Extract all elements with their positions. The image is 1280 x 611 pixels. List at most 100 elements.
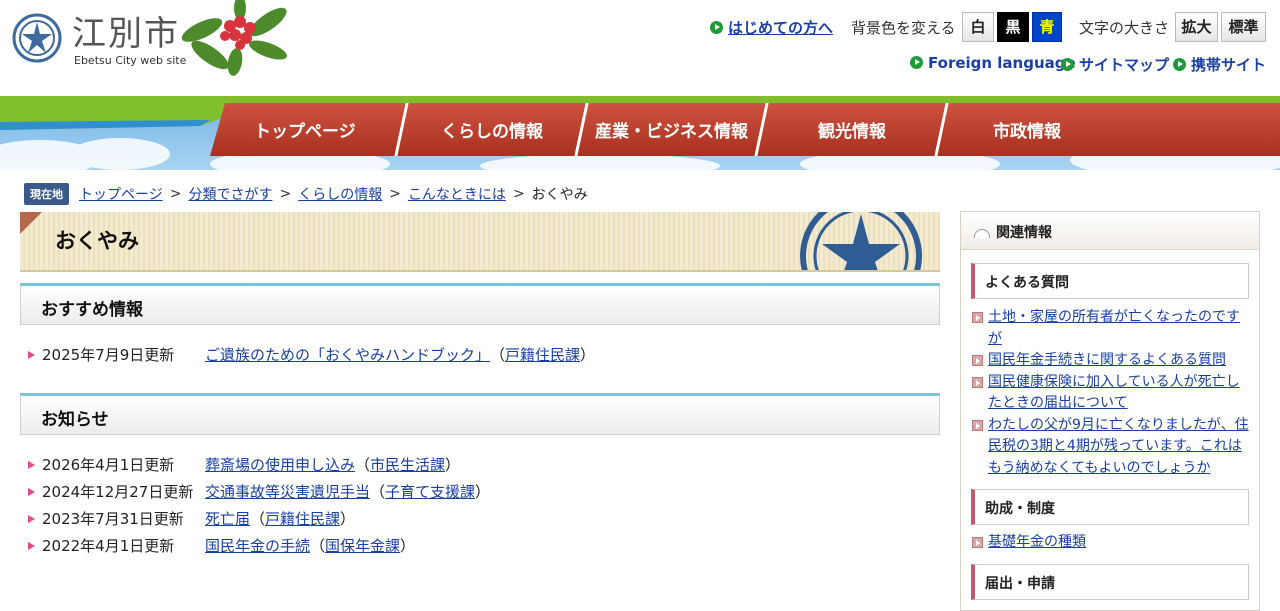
- faq-heading-text: よくある質問: [985, 275, 1069, 291]
- nav-label: 市政情報: [992, 122, 1061, 142]
- arrow-circle-icon: [1173, 58, 1186, 71]
- list-item: 国民健康保険に加入している人が死亡したときの届出について: [971, 372, 1251, 415]
- breadcrumb-separator: >: [512, 186, 525, 202]
- breadcrumb-top[interactable]: トップページ: [79, 184, 163, 204]
- nav-item-city-admin[interactable]: 市政情報: [934, 103, 1116, 156]
- arrow-circle-icon: [1061, 58, 1074, 71]
- paren-open: （: [490, 346, 506, 364]
- recommended-list: 2025年7月9日更新 ご遺族のための「おくやみハンドブック」 （戸籍住民課）: [28, 341, 595, 368]
- list-item: 基礎年金の種類: [971, 532, 1251, 554]
- paren-open: （: [250, 510, 266, 528]
- breadcrumb-separator: >: [279, 186, 292, 202]
- faq-links: 土地・家屋の所有者が亡くなったのですが 国民年金手続きに関するよくある質問 国民…: [971, 307, 1251, 479]
- breadcrumb-separator: >: [169, 186, 182, 202]
- faq-link[interactable]: 国民年金手続きに関するよくある質問: [988, 352, 1226, 368]
- dept-link[interactable]: 市民生活課: [370, 454, 445, 475]
- item-link[interactable]: ご遺族のための「おくやみハンドブック」: [205, 344, 490, 365]
- bg-black-button[interactable]: 黒: [997, 12, 1029, 42]
- site-subtitle: Ebetsu City web site: [74, 54, 187, 67]
- bullet-icon: [28, 514, 35, 523]
- paren-close: ）: [340, 510, 356, 528]
- paren-close: ）: [475, 483, 491, 501]
- item-link[interactable]: 死亡届: [205, 508, 250, 529]
- mobile-site-link[interactable]: 携帯サイト: [1173, 54, 1266, 75]
- font-large-button[interactable]: 拡大: [1175, 12, 1218, 42]
- breadcrumb-separator: >: [389, 186, 401, 202]
- bullet-icon: [28, 350, 35, 359]
- dept-link[interactable]: 戸籍住民課: [265, 508, 340, 529]
- news-heading: お知らせ: [20, 393, 940, 435]
- rowan-berry-icon: [181, 0, 287, 76]
- font-size-label: 文字の大きさ: [1079, 19, 1170, 37]
- paren-close: ）: [445, 456, 461, 474]
- update-date: 2022年4月1日更新: [42, 537, 175, 555]
- page-title-banner: おくやみ: [20, 212, 940, 272]
- sitemap-link[interactable]: サイトマップ: [1061, 54, 1169, 75]
- related-info-heading-text: 関連情報: [996, 225, 1052, 241]
- font-standard-button[interactable]: 標準: [1221, 12, 1266, 42]
- list-item: 2025年7月9日更新 ご遺族のための「おくやみハンドブック」 （戸籍住民課）: [28, 341, 595, 368]
- nav-label: トップページ: [254, 122, 356, 142]
- dept-link[interactable]: 戸籍住民課: [505, 344, 580, 365]
- update-date: 2023年7月31日更新: [42, 510, 184, 528]
- paren-open: （: [370, 483, 386, 501]
- list-item: わたしの父が9月に亡くなりましたが、住民税の3期と4期が残っています。これはもう…: [971, 415, 1251, 480]
- list-item: 2023年7月31日更新 死亡届 （戸籍住民課）: [28, 505, 490, 532]
- nav-item-business[interactable]: 産業・ビジネス情報: [574, 103, 766, 156]
- arrow-square-icon: [972, 376, 983, 388]
- update-date: 2024年12月27日更新: [42, 483, 194, 501]
- mobile-site-label: 携帯サイト: [1191, 56, 1267, 74]
- site-title: 江別市: [72, 14, 180, 54]
- list-item: 国民年金手続きに関するよくある質問: [971, 350, 1251, 372]
- news-list: 2026年4月1日更新 葬斎場の使用申し込み （市民生活課） 2024年12月2…: [28, 451, 490, 559]
- nav-label: 観光情報: [817, 122, 886, 142]
- related-info-heading: 関連情報: [961, 212, 1259, 250]
- arrow-circle-icon: [710, 20, 723, 34]
- faq-heading: よくある質問: [971, 263, 1249, 299]
- support-heading-text: 助成・制度: [985, 501, 1055, 517]
- breadcrumb-category[interactable]: 分類でさがす: [188, 184, 272, 204]
- title-corner-decoration: [20, 212, 42, 234]
- recommended-heading: おすすめ情報: [20, 283, 940, 325]
- nav-item-living[interactable]: くらしの情報: [394, 103, 586, 156]
- faq-link[interactable]: わたしの父が9月に亡くなりましたが、住民税の3期と4期が残っています。これはもう…: [988, 417, 1249, 476]
- nav-label: くらしの情報: [440, 122, 543, 142]
- bullet-icon: [28, 487, 35, 496]
- paren-open: （: [355, 456, 371, 474]
- nav-label: 産業・ビジネス情報: [595, 122, 748, 142]
- nav-item-top[interactable]: トップページ: [204, 103, 405, 156]
- dept-link[interactable]: 国保年金課: [325, 535, 400, 556]
- foreign-language-link[interactable]: Foreign language: [910, 54, 1076, 72]
- first-visit-label: はじめての方へ: [728, 18, 834, 37]
- site-logo[interactable]: 江別市 Ebetsu City web site: [12, 0, 292, 76]
- breadcrumb-living[interactable]: くらしの情報: [298, 184, 382, 204]
- list-item: 2022年4月1日更新 国民年金の手続 （国保年金課）: [28, 532, 490, 559]
- item-link[interactable]: 交通事故等災害遺児手当: [205, 481, 370, 502]
- first-visit-link[interactable]: はじめての方へ: [710, 12, 833, 42]
- dept-link[interactable]: 子育て支援課: [385, 481, 475, 502]
- arrow-square-icon: [972, 537, 983, 548]
- bg-blue-button[interactable]: 青: [1032, 12, 1062, 42]
- item-link[interactable]: 葬斎場の使用申し込み: [205, 454, 355, 475]
- support-heading: 助成・制度: [971, 489, 1249, 525]
- list-item: 2026年4月1日更新 葬斎場の使用申し込み （市民生活課）: [28, 451, 490, 478]
- faq-link[interactable]: 土地・家屋の所有者が亡くなったのですが: [988, 309, 1240, 347]
- global-nav: トップページ くらしの情報 産業・ビジネス情報 観光情報 市政情報: [0, 96, 1280, 170]
- update-date: 2025年7月9日更新: [42, 346, 175, 364]
- bg-white-button[interactable]: 白: [962, 12, 994, 42]
- support-links: 基礎年金の種類: [971, 532, 1251, 554]
- arrow-square-icon: [972, 312, 983, 323]
- nav-items: トップページ くらしの情報 産業・ビジネス情報 観光情報 市政情報: [210, 103, 1116, 156]
- list-item: 2024年12月27日更新 交通事故等災害遺児手当 （子育て支援課）: [28, 478, 490, 505]
- arrow-circle-icon: [910, 56, 923, 69]
- arrow-square-icon: [972, 419, 983, 431]
- support-link[interactable]: 基礎年金の種類: [988, 534, 1086, 550]
- breadcrumb-current: おくやみ: [531, 187, 588, 203]
- paren-close: ）: [400, 537, 416, 555]
- faq-link[interactable]: 国民健康保険に加入している人が死亡したときの届出について: [988, 374, 1240, 412]
- breadcrumb-situations[interactable]: こんなときには: [408, 184, 506, 204]
- item-link[interactable]: 国民年金の手続: [205, 535, 310, 556]
- list-item: 土地・家屋の所有者が亡くなったのですが: [971, 307, 1251, 350]
- nav-item-tourism[interactable]: 観光情報: [754, 103, 946, 156]
- arrow-square-icon: [972, 355, 983, 366]
